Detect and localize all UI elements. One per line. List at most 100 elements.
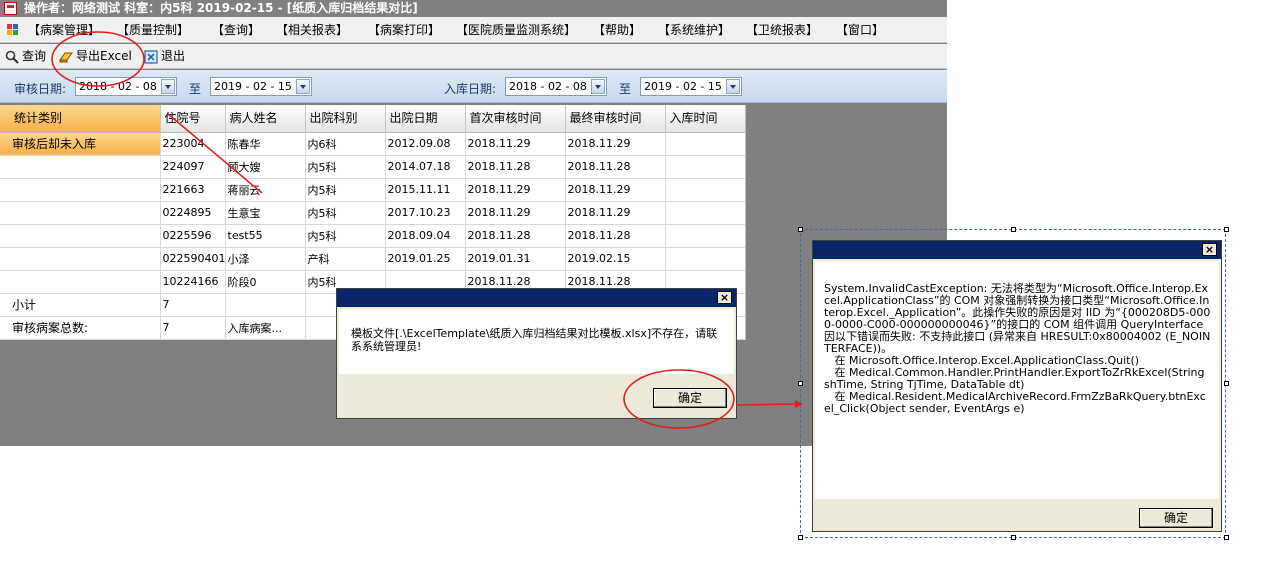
cell-category[interactable]: 审核病案总数: (0, 316, 161, 340)
chevron-down-icon[interactable] (296, 79, 310, 94)
cell-storage-time[interactable] (665, 201, 745, 225)
cell-department[interactable]: 内6科 (305, 132, 386, 156)
cell-department[interactable]: 内5科 (305, 155, 386, 179)
menu-hospital-quality-monitor[interactable]: 【医院质量监测系统】 (456, 22, 576, 38)
cell-discharge-date[interactable]: 2014.07.18 (385, 155, 466, 179)
table-row[interactable]: 221663 蒋丽云 内5科 2015.11.11 2018.11.29 2018.11.… (0, 178, 745, 202)
cell-category[interactable]: 审核后却未入库 (0, 132, 161, 156)
ok-button[interactable]: 确定 (653, 388, 727, 408)
chevron-down-icon[interactable] (161, 79, 175, 94)
cell-inpatient-no[interactable]: 7 (160, 316, 226, 340)
mdi-window-icon[interactable] (7, 24, 19, 36)
table-row[interactable]: 0225596 test55 内5科 2018.09.04 2018.11.28 2018… (0, 224, 745, 248)
resize-handle[interactable] (1011, 535, 1016, 540)
menu-record-print[interactable]: 【病案打印】 (368, 22, 440, 38)
resize-handle[interactable] (798, 227, 803, 232)
cell-discharge-date[interactable]: 2012.09.08 (385, 132, 466, 156)
storage-date-from-picker[interactable]: 2018 - 02 - 08 (505, 77, 607, 96)
cell-patient-name[interactable]: 顾大嫂 (225, 155, 306, 179)
menu-quality-control[interactable]: 【质量控制】 (117, 22, 189, 38)
column-header-storage-time[interactable]: 入库时间 (665, 105, 745, 133)
cell-department[interactable]: 产科 (305, 247, 386, 271)
cell-patient-name[interactable]: 生意宝 (225, 201, 306, 225)
cell-discharge-date[interactable]: 2017.10.23 (385, 201, 466, 225)
cell-category[interactable] (0, 155, 161, 179)
cell-storage-time[interactable] (665, 247, 745, 271)
table-row[interactable]: 224097 顾大嫂 内5科 2014.07.18 2018.11.28 2018.11.… (0, 155, 745, 179)
cell-inpatient-no[interactable]: 10224166 (160, 270, 226, 294)
cell-patient-name[interactable]: 蒋丽云 (225, 178, 306, 202)
resize-handle[interactable] (798, 381, 803, 386)
cell-department[interactable]: 内5科 (305, 224, 386, 248)
cell-final-review[interactable]: 2018.11.29 (565, 201, 666, 225)
cell-category[interactable] (0, 178, 161, 202)
menu-reports[interactable]: 【相关报表】 (276, 22, 348, 38)
column-header-category[interactable]: 统计类别 (0, 105, 161, 133)
cell-category[interactable] (0, 270, 161, 294)
cell-first-review[interactable]: 2018.11.28 (465, 224, 566, 248)
review-date-from-picker[interactable]: 2018 - 02 - 08 (75, 77, 177, 96)
chevron-down-icon[interactable] (591, 79, 605, 94)
query-button[interactable]: 查询 (5, 47, 46, 66)
cell-inpatient-no[interactable]: 022590401 (160, 247, 226, 271)
column-header-discharge-date[interactable]: 出院日期 (385, 105, 466, 133)
cell-department[interactable]: 内5科 (305, 201, 386, 225)
cell-first-review[interactable]: 2018.11.28 (465, 155, 566, 179)
cell-first-review[interactable]: 2018.11.29 (465, 132, 566, 156)
resize-handle[interactable] (1011, 227, 1016, 232)
menu-health-statistics[interactable]: 【卫统报表】 (746, 22, 818, 38)
column-header-first-review[interactable]: 首次审核时间 (465, 105, 566, 133)
cell-final-review[interactable]: 2018.11.29 (565, 132, 666, 156)
cell-final-review[interactable]: 2018.11.29 (565, 178, 666, 202)
table-row[interactable]: 022590401 小泽 产科 2019.01.25 2019.01.31 2019.02… (0, 247, 745, 271)
cell-patient-name[interactable]: 小泽 (225, 247, 306, 271)
ok-button[interactable]: 确定 (1139, 508, 1213, 528)
column-header-final-review[interactable]: 最终审核时间 (565, 105, 666, 133)
cell-storage-time[interactable] (665, 224, 745, 248)
cell-patient-name[interactable]: test55 (225, 224, 306, 248)
column-header-inpatient-no[interactable]: 住院号 (160, 105, 226, 133)
storage-date-to-picker[interactable]: 2019 - 02 - 15 (640, 77, 742, 96)
menu-query[interactable]: 【查询】 (212, 22, 260, 38)
table-row[interactable]: 审核后却未入库 223004 陈春华 内6科 2012.09.08 2018.11.29 2… (0, 132, 745, 156)
resize-handle[interactable] (798, 535, 803, 540)
export-excel-button[interactable]: 导出Excel (59, 47, 132, 66)
cell-storage-time[interactable] (665, 132, 745, 156)
cell-storage-time[interactable] (665, 178, 745, 202)
cell-inpatient-no[interactable]: 0225596 (160, 224, 226, 248)
resize-handle[interactable] (1224, 535, 1229, 540)
menu-system-maintenance[interactable]: 【系统维护】 (658, 22, 730, 38)
cell-discharge-date[interactable]: 2019.01.25 (385, 247, 466, 271)
cell-department[interactable]: 内5科 (305, 178, 386, 202)
cell-patient-name[interactable] (225, 293, 306, 317)
review-date-to-picker[interactable]: 2019 - 02 - 15 (210, 77, 312, 96)
chevron-down-icon[interactable] (726, 79, 740, 94)
cell-first-review[interactable]: 2018.11.29 (465, 201, 566, 225)
cell-category[interactable] (0, 201, 161, 225)
cell-category[interactable] (0, 224, 161, 248)
cell-discharge-date[interactable]: 2015.11.11 (385, 178, 466, 202)
cell-final-review[interactable]: 2019.02.15 (565, 247, 666, 271)
cell-patient-name[interactable]: 阶段0 (225, 270, 306, 294)
resize-handle[interactable] (1224, 227, 1229, 232)
cell-inpatient-no[interactable]: 0224895 (160, 201, 226, 225)
exit-button[interactable]: 退出 (144, 47, 185, 66)
cell-final-review[interactable]: 2018.11.28 (565, 224, 666, 248)
cell-category[interactable]: 小计 (0, 293, 161, 317)
column-header-patient-name[interactable]: 病人姓名 (225, 105, 306, 133)
cell-first-review[interactable]: 2019.01.31 (465, 247, 566, 271)
close-icon[interactable]: × (1202, 243, 1217, 256)
cell-inpatient-no[interactable]: 223004 (160, 132, 226, 156)
menu-window[interactable]: 【窗口】 (836, 22, 884, 38)
cell-inpatient-no[interactable]: 7 (160, 293, 226, 317)
close-icon[interactable]: × (717, 291, 732, 304)
cell-final-review[interactable]: 2018.11.28 (565, 155, 666, 179)
cell-discharge-date[interactable]: 2018.09.04 (385, 224, 466, 248)
resize-handle[interactable] (1224, 381, 1229, 386)
cell-first-review[interactable]: 2018.11.29 (465, 178, 566, 202)
cell-storage-time[interactable] (665, 155, 745, 179)
cell-category[interactable] (0, 247, 161, 271)
menu-help[interactable]: 【帮助】 (593, 22, 641, 38)
menu-medical-records[interactable]: 【病案管理】 (28, 22, 100, 38)
cell-inpatient-no[interactable]: 224097 (160, 155, 226, 179)
